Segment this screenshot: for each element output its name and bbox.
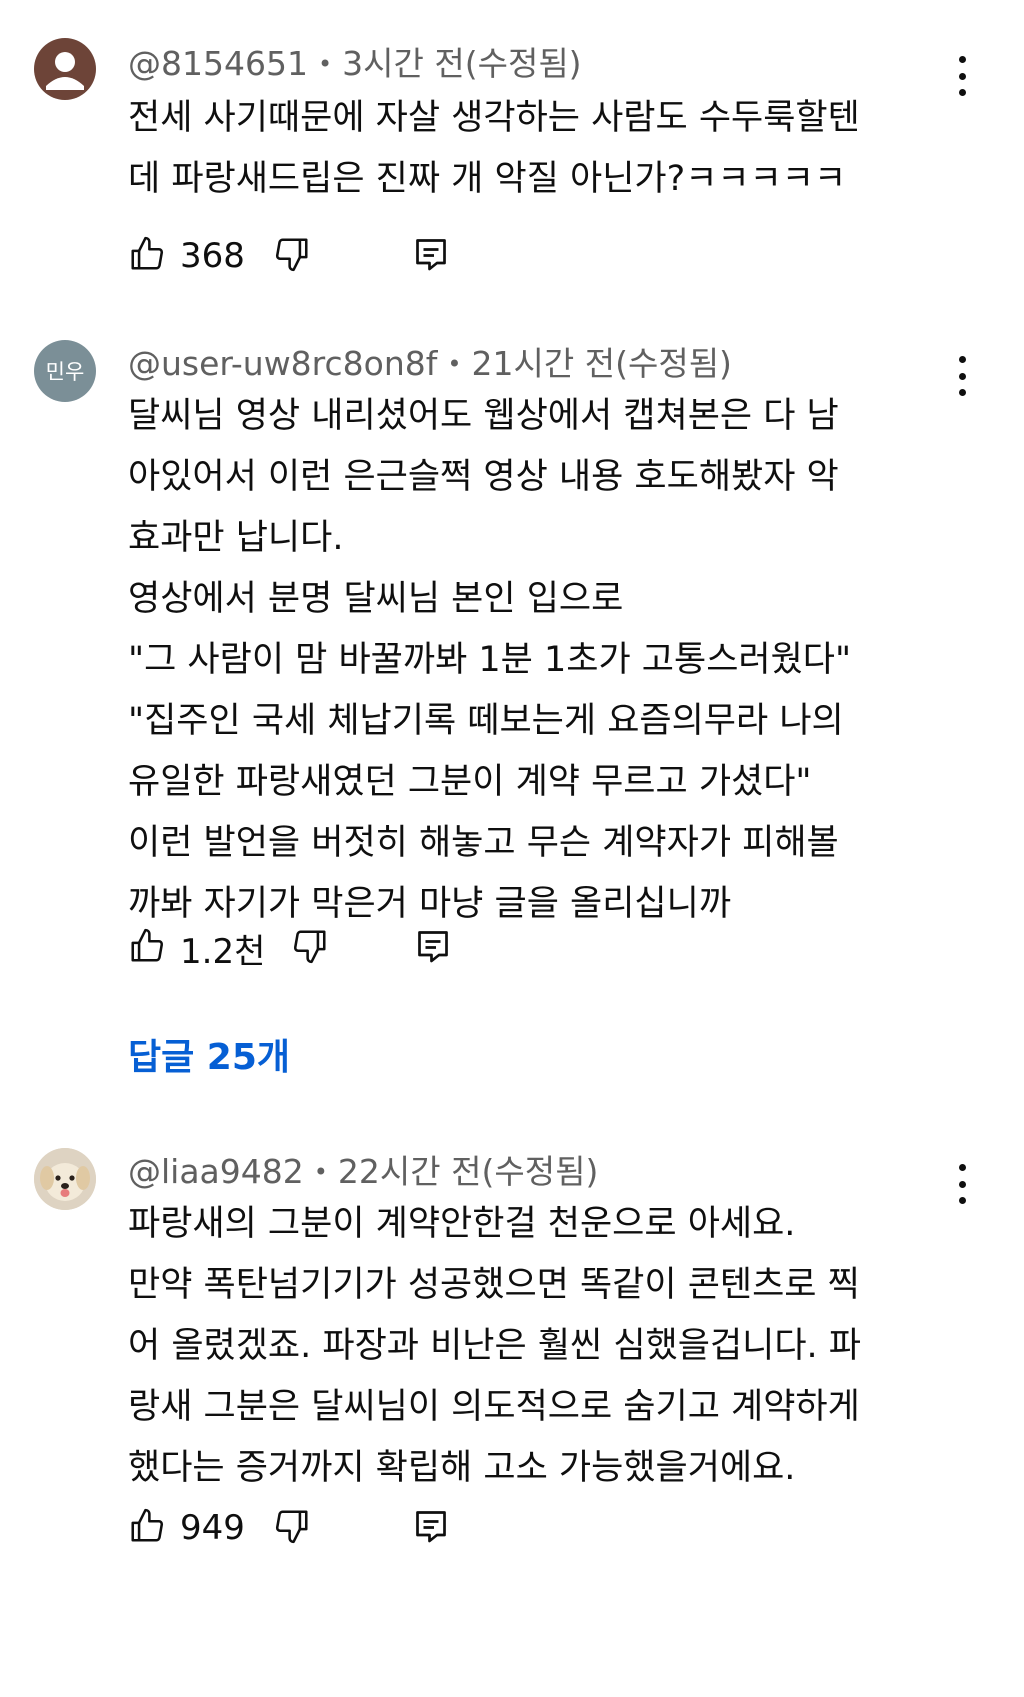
comment-time: 21시간 전	[471, 344, 616, 383]
avatar[interactable]: 민우	[34, 340, 96, 402]
like-count: 1.2천	[180, 931, 266, 972]
comment-time: 3시간 전	[342, 44, 465, 83]
comment-text: 전세 사기때문에 자살 생각하는 사람도 수두룩할텐 데 파랑새드립은 진짜 개…	[128, 88, 988, 210]
comment-line: 효과만 납니다.	[128, 518, 344, 558]
comment-line: 이런 발언을 버젓히 해놓고 무슨 계약자가 피해볼	[128, 823, 839, 863]
edited-label: (수정됨)	[481, 1152, 599, 1191]
comment-text: 달씨님 영상 내리셨어도 웹상에서 캡쳐본은 다 남 아있어서 이런 은근슬쩍 …	[128, 386, 988, 935]
author-handle[interactable]: @liaa9482	[128, 1152, 304, 1191]
comment-header: @user-uw8rc8on8f • 21시간 전(수정됨)	[128, 342, 732, 389]
like-count: 368	[180, 236, 245, 276]
comment-text: 파랑새의 그분이 계약안한걸 천운으로 아세요. 만약 폭탄넘기기가 성공했으면…	[128, 1194, 988, 1499]
thumb-down-icon[interactable]	[291, 927, 329, 969]
comment-3: @liaa9482 • 22시간 전(수정됨) 파랑새의 그분이 계약안한걸 천운으…	[0, 1100, 1024, 1697]
separator-dot: •	[447, 350, 462, 378]
thumb-up-icon[interactable]	[128, 235, 166, 277]
comment-line: 아있어서 이런 은근슬쩍 영상 내용 호도해봤자 악	[128, 457, 839, 497]
comment-line: 했다는 증거까지 확립해 고소 가능했을거에요.	[128, 1448, 796, 1488]
view-replies-link[interactable]: 답글 25개	[128, 1028, 290, 1080]
author-handle[interactable]: @8154651	[128, 44, 308, 83]
comment-2: 민우 @user-uw8rc8on8f • 21시간 전(수정됨) 달씨님 영상 내…	[0, 330, 1024, 1100]
edited-label: (수정됨)	[464, 44, 582, 83]
comment-1: @8154651 • 3시간 전(수정됨) 전세 사기때문에 자살 생각하는 사람도…	[0, 0, 1024, 330]
comment-line: 어 올렸겠죠. 파장과 비난은 훨씬 심했을겁니다. 파	[128, 1326, 862, 1366]
default-user-icon	[46, 52, 84, 90]
edited-label: (수정됨)	[615, 344, 732, 383]
thumb-up-icon[interactable]	[128, 1507, 166, 1549]
comment-line: 만약 폭탄넘기기가 성공했으면 똑같이 콘텐츠로 찍	[128, 1265, 860, 1305]
comment-line: 데 파랑새드립은 진짜 개 악질 아닌가?ㅋㅋㅋㅋㅋ	[128, 159, 847, 199]
comment-header: @liaa9482 • 22시간 전(수정됨)	[128, 1150, 598, 1197]
avatar[interactable]	[34, 38, 96, 100]
comment-actions: 368	[128, 232, 449, 280]
separator-dot: •	[313, 1158, 328, 1186]
like-count: 949	[180, 1508, 245, 1548]
avatar-initials: 민우	[46, 360, 85, 384]
author-handle[interactable]: @user-uw8rc8on8f	[128, 344, 437, 383]
comment-actions: 1.2천	[128, 924, 451, 972]
comment-reply-icon[interactable]	[415, 927, 451, 969]
thumb-up-icon[interactable]	[128, 927, 166, 969]
thumb-down-icon[interactable]	[273, 1507, 311, 1549]
puppy-avatar-icon	[34, 1148, 96, 1210]
comment-line: "그 사람이 맘 바꿀까봐 1분 1초가 고통스러웠다"	[128, 640, 852, 680]
comment-line: 유일한 파랑새였던 그분이 계약 무르고 가셨다"	[128, 762, 812, 802]
separator-dot: •	[317, 50, 333, 78]
comment-line: 전세 사기때문에 자살 생각하는 사람도 수두룩할텐	[128, 98, 860, 138]
comment-actions: 949	[128, 1504, 449, 1552]
comment-line: "집주인 국세 체납기록 떼보는게 요즘의무라 나의	[128, 701, 844, 741]
avatar[interactable]	[34, 1148, 96, 1210]
comment-header: @8154651 • 3시간 전(수정됨)	[128, 42, 582, 89]
comment-reply-icon[interactable]	[413, 1507, 449, 1549]
comment-line: 파랑새의 그분이 계약안한걸 천운으로 아세요.	[128, 1204, 796, 1244]
thumb-down-icon[interactable]	[273, 235, 311, 277]
comment-time: 22시간 전	[337, 1152, 482, 1191]
comment-line: 달씨님 영상 내리셨어도 웹상에서 캡쳐본은 다 남	[128, 396, 839, 436]
comment-line: 영상에서 분명 달씨님 본인 입으로	[128, 579, 624, 619]
comment-line: 랑새 그분은 달씨님이 의도적으로 숨기고 계약하게	[128, 1387, 860, 1427]
comment-reply-icon[interactable]	[413, 235, 449, 277]
